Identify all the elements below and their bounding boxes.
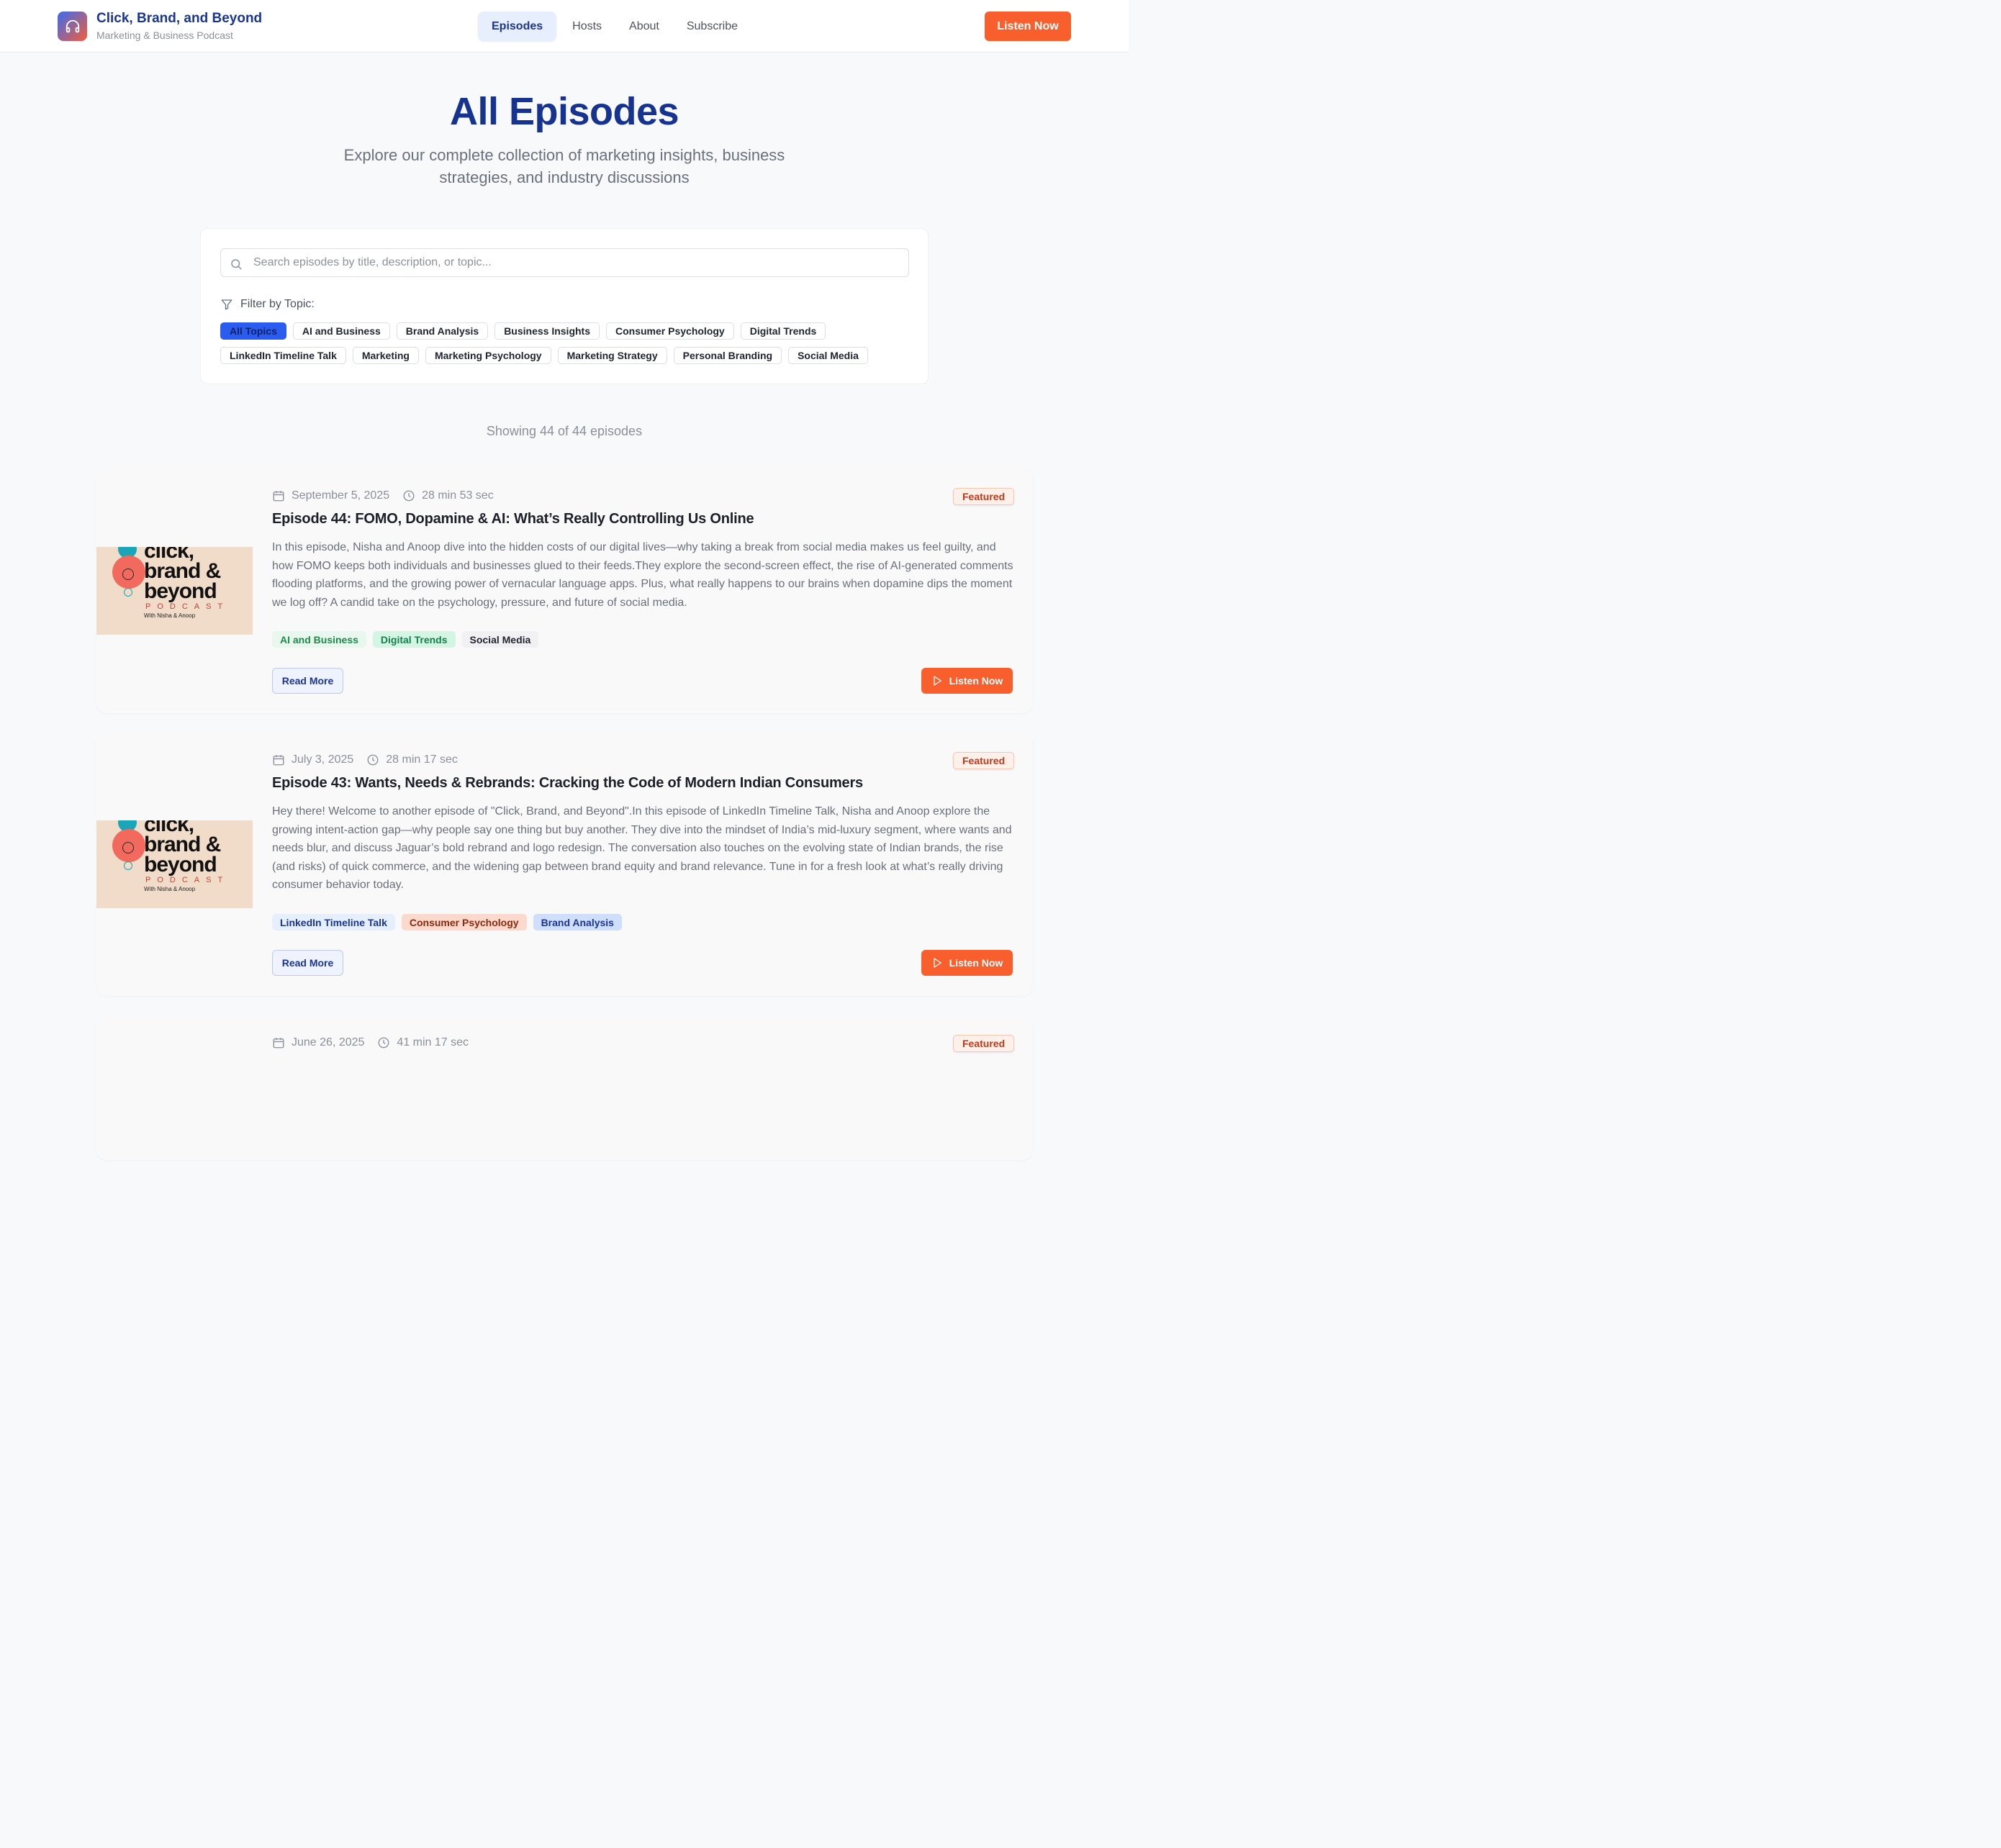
search-input[interactable]	[253, 256, 887, 269]
featured-badge: Featured	[953, 488, 1015, 505]
calendar-icon	[273, 755, 284, 766]
calendar-icon	[273, 1038, 284, 1048]
episode-description: In this episode, Nisha and Anoop dive in…	[272, 541, 1013, 609]
chip-all-topics[interactable]: All Topics	[220, 322, 286, 340]
episode-meta: July 3, 2025 28 min 17 sec	[272, 753, 471, 766]
episode-card: click, brand & beyond PODCAST With Nisha &…	[96, 469, 1032, 713]
episode-date: July 3, 2025	[292, 753, 354, 766]
episode-cover-image[interactable]: click, brand & beyond PODCAST With Nisha &…	[96, 820, 253, 908]
site-subtitle: Marketing & Business Podcast	[96, 30, 233, 41]
clock-icon	[403, 490, 415, 502]
episode-date: June 26, 2025	[292, 1036, 365, 1048]
chip-business-insights[interactable]: Business Insights	[494, 322, 600, 340]
read-more-button[interactable]: Read More	[272, 668, 343, 694]
episode-tag[interactable]: AI and Business	[272, 631, 366, 648]
cover-hosts: With Nisha & Anoop	[144, 612, 196, 619]
site-title[interactable]: Click, Brand, and Beyond	[96, 11, 262, 27]
chip-marketing-strategy[interactable]: Marketing Strategy	[557, 347, 667, 364]
chip-marketing-psychology[interactable]: Marketing Psychology	[425, 347, 551, 364]
episode-description: Hey there! Welcome to another episode of…	[272, 805, 1012, 892]
cover-title: click, brand & beyond	[144, 547, 221, 603]
episode-title[interactable]: Episode 44: FOMO, Dopamine & AI: What’s …	[272, 511, 754, 527]
episode-meta: June 26, 2025 41 min 17 sec	[272, 1036, 482, 1049]
cover-decoration	[124, 588, 132, 597]
results-count: Showing 44 of 44 episodes	[486, 424, 643, 438]
cover-decoration	[124, 861, 132, 870]
filter-label: Filter by Topic:	[240, 298, 315, 310]
chip-social-media[interactable]: Social Media	[788, 347, 868, 364]
chip-marketing[interactable]: Marketing	[352, 347, 419, 364]
chip-digital-trends[interactable]: Digital Trends	[740, 322, 826, 340]
clock-icon	[378, 1037, 389, 1048]
nav-episodes[interactable]: Episodes	[478, 12, 557, 41]
episode-tags: AI and Business Digital Trends Social Me…	[272, 631, 539, 648]
chip-linkedin-timeline-talk[interactable]: LinkedIn Timeline Talk	[220, 347, 346, 364]
page-title: All Episodes	[449, 90, 679, 133]
chip-ai-and-business[interactable]: AI and Business	[292, 322, 390, 340]
clock-icon	[367, 754, 379, 766]
episode-tag[interactable]: LinkedIn Timeline Talk	[272, 914, 395, 930]
cover-podcast-word: PODCAST	[145, 602, 230, 611]
episode-tag[interactable]: Social Media	[461, 631, 539, 648]
nav-subscribe[interactable]: Subscribe	[675, 12, 749, 41]
featured-badge: Featured	[953, 752, 1015, 769]
cover-decoration	[122, 842, 134, 853]
topic-chips: All Topics AI and Business Brand Analysi…	[220, 322, 911, 364]
read-more-button[interactable]: Read More	[272, 950, 343, 976]
episode-tags: LinkedIn Timeline Talk Consumer Psycholo…	[272, 914, 622, 930]
play-icon	[933, 958, 941, 968]
cover-title: click, brand & beyond	[144, 820, 221, 877]
logo[interactable]	[58, 12, 87, 41]
filter-icon	[221, 299, 232, 310]
episode-cover-image[interactable]: click, brand & beyond PODCAST With Nisha &…	[96, 547, 253, 635]
calendar-icon	[273, 491, 284, 502]
episode-tag[interactable]: Consumer Psychology	[401, 914, 527, 930]
listen-now-label: Listen Now	[949, 957, 1003, 969]
episode-meta: September 5, 2025 28 min 53 sec	[272, 489, 507, 502]
nav-about[interactable]: About	[618, 12, 671, 41]
listen-now-label: Listen Now	[949, 675, 1003, 687]
episode-card: click, brand & beyond PODCAST With Nisha &…	[96, 733, 1032, 996]
listen-now-button[interactable]: Listen Now	[921, 950, 1013, 976]
episode-duration: 28 min 17 sec	[386, 753, 458, 766]
episode-card: June 26, 2025 41 min 17 sec Featured	[96, 1016, 1032, 1160]
cover-hosts: With Nisha & Anoop	[144, 886, 196, 892]
page-subtitle: Explore our complete collection of marke…	[343, 146, 785, 186]
episode-tag[interactable]: Brand Analysis	[533, 914, 622, 930]
chip-consumer-psychology[interactable]: Consumer Psychology	[606, 322, 734, 340]
listen-now-button[interactable]: Listen Now	[921, 668, 1013, 694]
episode-duration: 28 min 53 sec	[422, 489, 494, 502]
search-icon	[231, 259, 242, 270]
listen-now-header-button[interactable]: Listen Now	[985, 12, 1071, 41]
featured-badge: Featured	[953, 1035, 1015, 1052]
filter-label-row: Filter by Topic:	[220, 298, 315, 311]
cover-podcast-word: PODCAST	[145, 876, 230, 884]
headphones-icon	[66, 19, 79, 32]
episode-title[interactable]: Episode 43: Wants, Needs & Rebrands: Cra…	[272, 775, 863, 792]
chip-personal-branding[interactable]: Personal Branding	[673, 347, 782, 364]
play-icon	[933, 676, 941, 686]
chip-brand-analysis[interactable]: Brand Analysis	[396, 322, 489, 340]
filter-panel: Filter by Topic: All Topics AI and Busin…	[200, 228, 929, 384]
episode-duration: 41 min 17 sec	[397, 1036, 469, 1048]
cover-decoration	[122, 569, 134, 580]
nav-hosts[interactable]: Hosts	[561, 12, 613, 41]
site-header: Click, Brand, and Beyond Marketing & Bus…	[0, 0, 1129, 53]
episode-date: September 5, 2025	[292, 489, 390, 502]
main-nav: Episodes Hosts About Subscribe	[478, 12, 749, 41]
episode-tag[interactable]: Digital Trends	[372, 631, 456, 648]
search-box	[220, 248, 909, 277]
